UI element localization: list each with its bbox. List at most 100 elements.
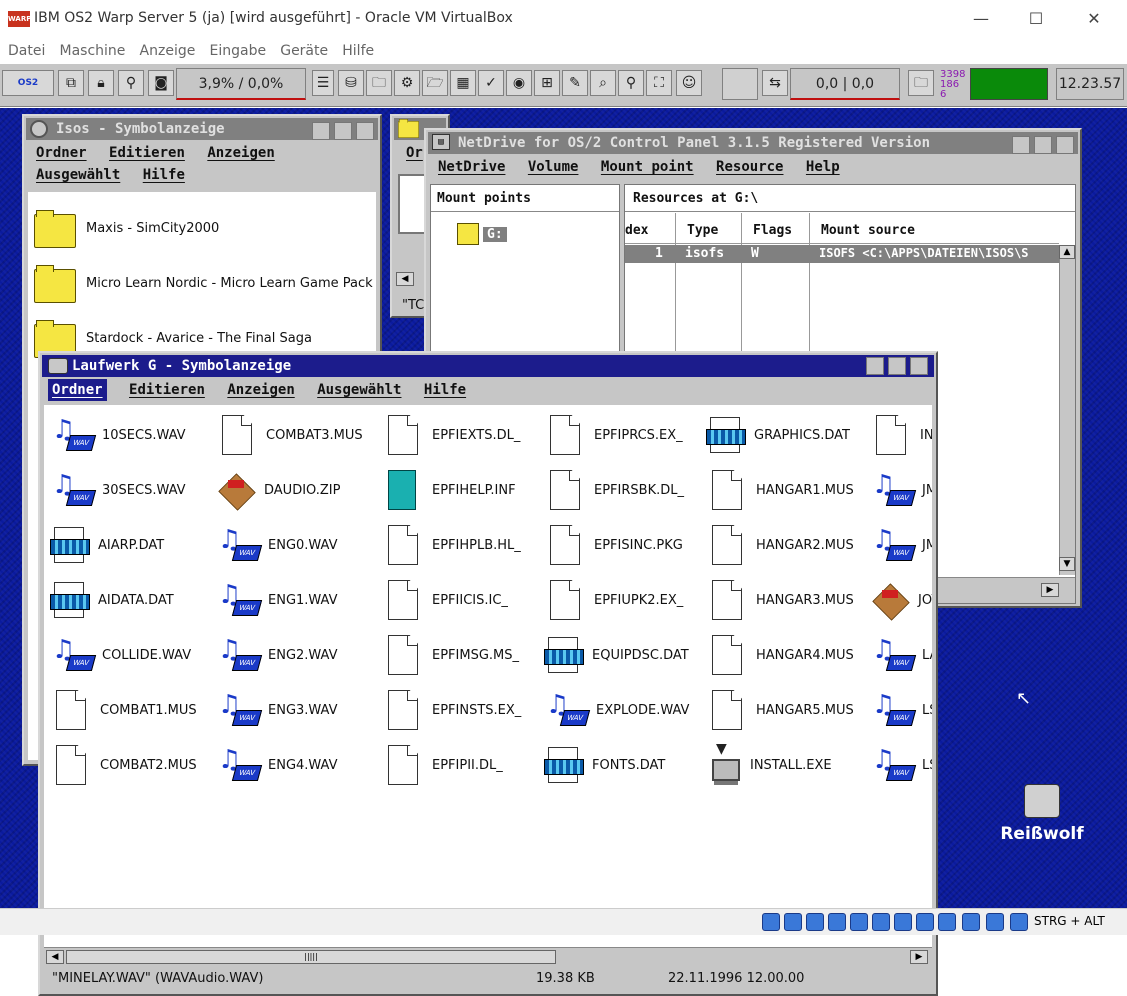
tray-list-icon[interactable]: ☰	[312, 70, 334, 96]
file-item[interactable]: EPFIICIS.IC_	[382, 574, 508, 626]
menu-editieren[interactable]: Editieren	[109, 142, 185, 164]
file-item[interactable]: COMBAT3.MUS	[216, 409, 363, 461]
isos-titlebar[interactable]: Isos - Symbolanzeige	[26, 118, 378, 140]
hide-button[interactable]	[866, 357, 884, 375]
file-item[interactable]: JMF	[870, 519, 932, 571]
file-item[interactable]: EXPLODE.WAV	[544, 684, 689, 736]
cpu-load-monitor[interactable]: 3,9% / 0,0%	[176, 68, 306, 100]
clock[interactable]: 12.23.57	[1056, 68, 1124, 100]
menu-netdrive[interactable]: NetDrive	[438, 156, 505, 178]
hide-button[interactable]	[312, 122, 330, 140]
file-item[interactable]: ENG2.WAV	[216, 629, 338, 681]
scroll-right-arrow[interactable]: ▶	[1041, 583, 1059, 597]
file-item[interactable]: FONTS.DAT	[544, 739, 665, 791]
menu-hilfe[interactable]: Hilfe	[424, 379, 466, 401]
file-item[interactable]: EPFIUPK2.EX_	[544, 574, 683, 626]
file-item[interactable]: EPFINSTS.EX_	[382, 684, 521, 736]
file-item[interactable]: AIDATA.DAT	[50, 574, 174, 626]
file-item[interactable]: 10SECS.WAV	[50, 409, 186, 461]
shared-folder-icon[interactable]	[872, 913, 890, 931]
calculator-icon[interactable]: ▦	[450, 70, 476, 96]
file-item[interactable]: EPFIHELP.INF	[382, 464, 516, 516]
max-button[interactable]	[1056, 136, 1074, 154]
laufwerk-titlebar[interactable]: Laufwerk G - Symbolanzeige	[42, 355, 934, 377]
menu-anzeigen[interactable]: Anzeigen	[227, 379, 294, 401]
shutdown-icon[interactable]: ◙	[148, 70, 174, 96]
editor-icon[interactable]: ✎	[562, 70, 588, 96]
max-button[interactable]	[910, 357, 928, 375]
menu-mount-point[interactable]: Mount point	[601, 156, 694, 178]
network-icon[interactable]	[828, 913, 846, 931]
menu-ordner[interactable]: Or	[406, 142, 423, 164]
memory-bar[interactable]	[970, 68, 1048, 100]
find-icon[interactable]: ⚲	[618, 70, 644, 96]
folder-item[interactable]: Maxis - SimCity2000	[34, 202, 219, 254]
swap-monitor[interactable]: 0,0 | 0,0	[790, 68, 900, 100]
search-icon[interactable]: ⚲	[118, 70, 144, 96]
folder-item[interactable]: Micro Learn Nordic - Micro Learn Game Pa…	[34, 257, 373, 309]
firefox-icon[interactable]: ◉	[506, 70, 532, 96]
file-item[interactable]: INST	[870, 409, 932, 461]
file-item[interactable]: EPFIPII.DL_	[382, 739, 503, 791]
shredder-object[interactable]: Reißwolf	[994, 784, 1090, 844]
file-item[interactable]: EPFISINC.PKG	[544, 519, 683, 571]
file-item[interactable]: LSR	[870, 739, 932, 791]
network-folder-icon[interactable]: ⛶	[646, 70, 672, 96]
file-item[interactable]: LSR	[870, 684, 932, 736]
file-item[interactable]: JMF	[870, 464, 932, 516]
optical-drive-icon[interactable]	[784, 913, 802, 931]
user-icon[interactable]: ☺	[676, 70, 702, 96]
folder-tray-icon[interactable]: 🗀︎	[366, 70, 392, 96]
file-item[interactable]: EPFIRSBK.DL_	[544, 464, 684, 516]
menu-eingabe[interactable]: Eingabe	[210, 40, 267, 62]
usb-icon[interactable]	[850, 913, 868, 931]
scroll-down-arrow[interactable]: ▼	[1059, 557, 1075, 571]
restore-button[interactable]	[334, 122, 352, 140]
file-item[interactable]: ENG3.WAV	[216, 684, 338, 736]
file-item[interactable]: HANGAR4.MUS	[706, 629, 854, 681]
file-item[interactable]: EPFIEXTS.DL_	[382, 409, 520, 461]
file-item[interactable]: HANGAR5.MUS	[706, 684, 854, 736]
blank-panel[interactable]	[722, 68, 758, 100]
file-item[interactable]: ENG4.WAV	[216, 739, 338, 791]
file-item[interactable]: COMBAT2.MUS	[50, 739, 197, 791]
max-button[interactable]	[356, 122, 374, 140]
file-item[interactable]: 30SECS.WAV	[50, 464, 186, 516]
os2-system-icon[interactable]: ⊞	[534, 70, 560, 96]
video-capture-icon[interactable]	[916, 913, 934, 931]
col-mount-source[interactable]: Mount source	[821, 223, 915, 238]
file-item[interactable]: HANGAR2.MUS	[706, 519, 854, 571]
horizontal-scrollbar[interactable]: ◀ ||||| ▶	[44, 947, 932, 965]
display-icon[interactable]	[894, 913, 912, 931]
mount-point-item[interactable]: G:	[457, 223, 507, 245]
file-item[interactable]: COLLIDE.WAV	[50, 629, 191, 681]
chart-icon[interactable]: ✓	[478, 70, 504, 96]
lock-icon[interactable]: 🔒︎	[88, 70, 114, 96]
file-item[interactable]: ENG0.WAV	[216, 519, 338, 571]
folder-icon[interactable]: 🗁︎	[422, 70, 448, 96]
menu-geraete[interactable]: Geräte	[280, 40, 328, 62]
menu-ordner[interactable]: Ordner	[48, 379, 107, 401]
minimize-button[interactable]: —	[958, 6, 1004, 32]
arrow-down-icon[interactable]	[1010, 913, 1028, 931]
vertical-scrollbar[interactable]	[1059, 245, 1075, 575]
hide-button[interactable]	[1012, 136, 1030, 154]
file-item[interactable]: COMBAT1.MUS	[50, 684, 197, 736]
audio-icon[interactable]	[762, 913, 780, 931]
restore-button[interactable]	[888, 357, 906, 375]
col-index[interactable]: dex	[625, 223, 648, 238]
mouse-integration-icon[interactable]	[962, 913, 980, 931]
scroll-up-arrow[interactable]: ▲	[1059, 245, 1075, 259]
col-flags[interactable]: Flags	[753, 223, 792, 238]
menu-ausgewaehlt[interactable]: Ausgewählt	[317, 379, 401, 401]
file-item[interactable]: INSTALL.EXE	[706, 739, 832, 791]
file-item[interactable]: EPFIMSG.MS_	[382, 629, 519, 681]
os2-warp-logo-button[interactable]: OS2	[2, 70, 54, 96]
file-item[interactable]: LAS	[870, 629, 932, 681]
scroll-thumb[interactable]: |||||	[66, 950, 556, 964]
menu-datei[interactable]: Datei	[8, 40, 45, 62]
scroll-left-arrow[interactable]: ◀	[396, 272, 414, 286]
menu-editieren[interactable]: Editieren	[129, 379, 205, 401]
file-item[interactable]: EQUIPDSC.DAT	[544, 629, 689, 681]
restore-button[interactable]	[1034, 136, 1052, 154]
